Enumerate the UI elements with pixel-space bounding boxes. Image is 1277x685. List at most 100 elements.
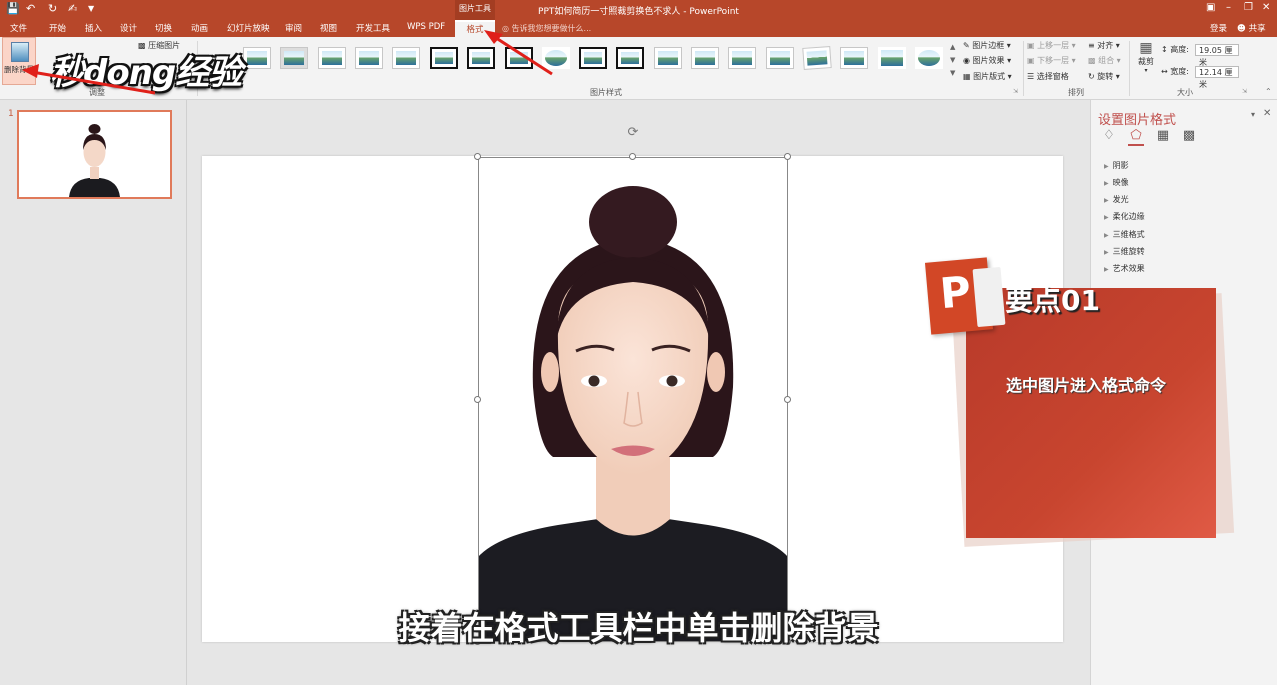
rotate-handle-icon[interactable]: ⟳: [626, 126, 640, 140]
section-soft-edges[interactable]: ▶ 柔化边缘: [1104, 211, 1145, 222]
chevron-down-icon: ▾: [1071, 41, 1076, 50]
slide-thumbnail[interactable]: [17, 110, 172, 199]
close-pane-icon[interactable]: ✕: [1263, 108, 1271, 119]
chevron-down-icon: ▾: [1007, 72, 1012, 81]
tab-wps-pdf[interactable]: WPS PDF: [407, 22, 445, 32]
height-icon: ↕: [1161, 45, 1168, 54]
expand-icon: ▶: [1104, 232, 1109, 239]
picture-style-item[interactable]: [392, 47, 420, 69]
gallery-scroll[interactable]: ▲ ▼ ▼: [950, 41, 955, 80]
picture-style-item[interactable]: [802, 46, 832, 70]
picture-style-item[interactable]: [467, 47, 495, 69]
tab-review[interactable]: 审阅: [285, 22, 302, 34]
bring-forward-icon: ▣: [1027, 41, 1035, 50]
tell-me-search[interactable]: ◎ 告诉我您想要做什么...: [502, 23, 591, 34]
section-glow[interactable]: ▶ 发光: [1104, 194, 1129, 205]
picture-style-item[interactable]: [878, 47, 906, 69]
tip-callout-card: [966, 288, 1216, 538]
collapse-ribbon-icon[interactable]: ⌃: [1265, 87, 1272, 96]
section-artistic-effects[interactable]: ▶ 艺术效果: [1104, 263, 1145, 274]
width-input[interactable]: 12.14 厘米: [1195, 66, 1239, 89]
section-3d-rotation[interactable]: ▶ 三维旋转: [1104, 246, 1145, 257]
rotate-button[interactable]: ↻ 旋转 ▾: [1088, 71, 1120, 82]
picture-style-item[interactable]: [355, 47, 383, 69]
picture-style-item[interactable]: [430, 47, 458, 69]
minimize-icon[interactable]: –: [1226, 2, 1231, 13]
align-icon: ≡: [1088, 41, 1095, 50]
resize-handle-top-left[interactable]: [474, 153, 481, 160]
size-properties-icon[interactable]: ▦: [1155, 128, 1171, 144]
section-shadow[interactable]: ▶ 阴影: [1104, 160, 1129, 171]
remove-background-label: 删除背景: [4, 65, 34, 74]
picture-style-item[interactable]: [616, 47, 644, 69]
tab-animations[interactable]: 动画: [191, 22, 208, 34]
section-reflection[interactable]: ▶ 映像: [1104, 177, 1129, 188]
group-divider: [1023, 41, 1024, 96]
picture-layout-button[interactable]: ▦ 图片版式 ▾: [963, 71, 1012, 82]
section-3d-format[interactable]: ▶ 三维格式: [1104, 229, 1145, 240]
size-dialog-launcher-icon[interactable]: ⇲: [1242, 88, 1247, 95]
powerpoint-logo-sheet: [972, 266, 1006, 328]
resize-handle-top-right[interactable]: [784, 153, 791, 160]
restore-icon[interactable]: ❐: [1244, 2, 1253, 13]
send-backward-button[interactable]: ▣ 下移一层 ▾: [1027, 55, 1076, 66]
resize-handle-top[interactable]: [629, 153, 636, 160]
picture-style-item[interactable]: [915, 47, 943, 69]
more-styles-icon[interactable]: ▼: [950, 67, 955, 80]
selection-frame: [478, 157, 788, 642]
group-icon: ▩: [1088, 56, 1096, 65]
resize-handle-right[interactable]: [784, 396, 791, 403]
ribbon-tabs: 文件 开始 插入 设计 切换 动画 幻灯片放映 审阅 视图 开发工具 WPS P…: [0, 20, 1277, 37]
resize-handle-left[interactable]: [474, 396, 481, 403]
tab-view[interactable]: 视图: [320, 22, 337, 34]
share-button[interactable]: ☻ 共享: [1237, 22, 1266, 34]
remove-background-button[interactable]: [2, 37, 36, 85]
chevron-down-icon[interactable]: ▼: [950, 54, 955, 67]
picture-tools-group: 图片工具: [455, 0, 495, 20]
bring-forward-button[interactable]: ▣ 上移一层 ▾: [1027, 40, 1076, 51]
layout-icon: ▦: [963, 72, 971, 81]
picture-style-item[interactable]: [505, 47, 533, 69]
tab-file[interactable]: 文件: [10, 22, 27, 34]
tab-format[interactable]: 格式: [455, 20, 495, 37]
height-input[interactable]: 19.05 厘米: [1195, 44, 1239, 67]
selection-pane-button[interactable]: ☰ 选择窗格: [1027, 71, 1069, 82]
tab-transitions[interactable]: 切换: [155, 22, 172, 34]
height-label: ↕ 高度:: [1161, 45, 1189, 54]
effects-icon[interactable]: ⬠: [1128, 128, 1144, 146]
dialog-launcher-icon[interactable]: ⇲: [1013, 88, 1018, 95]
chevron-up-icon[interactable]: ▲: [950, 41, 955, 54]
picture-icon[interactable]: ▩: [1181, 128, 1197, 144]
group-label-arrange: 排列: [1068, 88, 1084, 97]
fill-line-icon[interactable]: ♢: [1101, 128, 1117, 144]
lightbulb-icon: ◎: [502, 24, 509, 33]
picture-style-item[interactable]: [542, 47, 570, 69]
picture-border-button[interactable]: ✎ 图片边框 ▾: [963, 40, 1011, 51]
picture-style-item[interactable]: [280, 47, 308, 69]
picture-style-item[interactable]: [840, 47, 868, 69]
picture-style-item[interactable]: [766, 47, 794, 69]
tab-design[interactable]: 设计: [120, 22, 137, 34]
group-button[interactable]: ▩ 组合 ▾: [1088, 55, 1121, 66]
picture-style-item[interactable]: [654, 47, 682, 69]
title-bar: 💾 ↶ ↻ ✍ ▼ PPT如何简历一寸照裁剪换色不求人 - PowerPoint…: [0, 0, 1277, 20]
crop-button[interactable]: ▦ 裁剪 ▾: [1135, 40, 1157, 85]
tab-developer[interactable]: 开发工具: [356, 22, 390, 34]
login-link[interactable]: 登录: [1210, 22, 1227, 34]
align-button[interactable]: ≡ 对齐 ▾: [1088, 40, 1120, 51]
picture-style-item[interactable]: [728, 47, 756, 69]
picture-style-item[interactable]: [243, 47, 271, 69]
expand-icon: ▶: [1104, 197, 1109, 204]
ribbon-display-icon[interactable]: ▣: [1206, 2, 1215, 13]
tab-insert[interactable]: 插入: [85, 22, 102, 34]
tab-home[interactable]: 开始: [49, 22, 66, 34]
tip-callout-text: 选中图片进入格式命令: [1006, 376, 1167, 395]
picture-style-item[interactable]: [691, 47, 719, 69]
tab-slideshow[interactable]: 幻灯片放映: [227, 22, 270, 34]
close-icon[interactable]: ✕: [1262, 2, 1270, 13]
pane-options-icon[interactable]: ▾: [1251, 110, 1255, 119]
thumbnail-portrait: [19, 112, 170, 197]
picture-effects-button[interactable]: ◉ 图片效果 ▾: [963, 55, 1011, 66]
picture-style-item[interactable]: [318, 47, 346, 69]
picture-style-item[interactable]: [579, 47, 607, 69]
